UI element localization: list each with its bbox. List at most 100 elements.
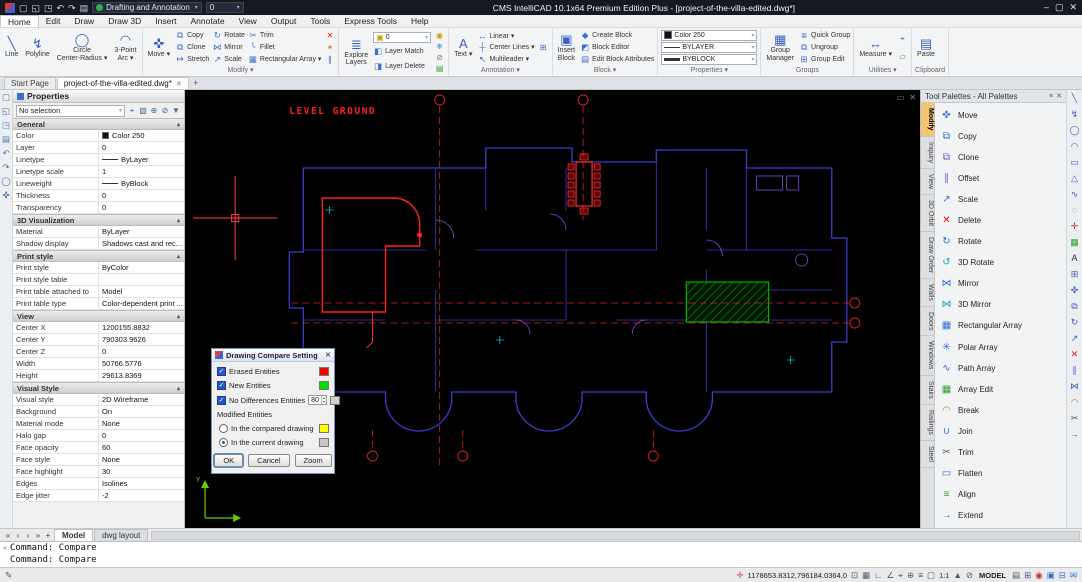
dialog-titlebar[interactable]: Drawing Compare Setting ✕ — [212, 349, 334, 362]
property-value-edge-jitter[interactable]: -2 — [99, 490, 184, 501]
ribbon-group-label-properties[interactable]: Properties ▾ — [661, 66, 757, 76]
undo-icon[interactable]: ↶ — [2, 149, 9, 158]
property-value-print-style-table[interactable] — [99, 274, 184, 285]
explode-icon[interactable]: ✶ — [324, 42, 335, 53]
palette-tool-move[interactable]: ✜Move — [935, 106, 1066, 125]
property-value-transparency[interactable]: 0 — [99, 202, 184, 213]
palette-tool-join[interactable]: ∪Join — [935, 422, 1066, 441]
palette-tool-scale[interactable]: ↗Scale — [935, 190, 1066, 209]
menu-express-tools[interactable]: Express Tools — [337, 15, 404, 27]
palette-tool-copy[interactable]: ⧉Copy — [935, 127, 1066, 146]
property-value-face-opacity[interactable]: 60 — [99, 442, 184, 453]
ribbon-color-select[interactable]: Color 250▾ — [661, 30, 757, 41]
ribbon-polyline-button[interactable]: ↯Polyline — [23, 29, 52, 66]
checkbox-no-differences-entities[interactable]: ✓ — [217, 396, 226, 405]
open-icon[interactable]: ◱ — [2, 107, 10, 116]
checkbox-erased-entities[interactable]: ✓ — [217, 367, 226, 376]
pan-icon[interactable]: ✜ — [2, 191, 9, 200]
point-icon[interactable]: ✛ — [1071, 222, 1079, 231]
palette-tab-3d-orbit[interactable]: 3D Orbit — [921, 195, 934, 232]
ribbon-rectangular-array-button[interactable]: ▦Rectangular Array ▾ — [248, 54, 322, 65]
zoom-button[interactable]: Zoom — [295, 454, 332, 467]
ribbon-create-block-button[interactable]: ◆Create Block — [580, 30, 654, 41]
ribbon-group-manager-button[interactable]: ▦Group Manager — [764, 29, 796, 66]
palette-tool-clone[interactable]: ⧉Clone — [935, 148, 1066, 167]
record-macro-icon[interactable]: ◉ — [1035, 570, 1042, 580]
palette-tab-draw-order[interactable]: Draw Order — [921, 232, 934, 279]
layout-nav-button-2[interactable]: › — [23, 531, 33, 540]
minimize-icon[interactable]: – — [1044, 2, 1049, 13]
ribbon-multileader-button[interactable]: ↖Multileader ▾ — [477, 54, 534, 65]
ribbon-scale-button[interactable]: ↗Scale — [212, 54, 245, 65]
ribbon-group-label-annotation[interactable]: Annotation ▾ — [452, 66, 548, 76]
spline-icon[interactable]: ∿ — [1071, 190, 1079, 199]
scale-ratio[interactable]: 1:1 — [939, 571, 949, 580]
layout-nav-button-1[interactable]: ‹ — [13, 531, 23, 540]
extend-icon[interactable]: → — [1070, 430, 1079, 439]
mirror-icon[interactable]: ⋈ — [1070, 382, 1079, 391]
palette-tool-polar-array[interactable]: ✳Polar Array — [935, 338, 1066, 357]
document-tab-project-of-the-villa-edited-dwg[interactable]: project-of-the-villa-edited.dwg*✕ — [57, 77, 189, 89]
property-value-edges[interactable]: Isolines — [99, 478, 184, 489]
ortho-icon[interactable]: ∟ — [874, 570, 882, 580]
color-swatch-in-the-compared-drawing[interactable] — [319, 424, 329, 433]
palette-tool-extend[interactable]: →Extend — [935, 506, 1066, 525]
menu-draw-3d[interactable]: Draw 3D — [101, 15, 148, 27]
palette-tool-3d-rotate[interactable]: ↺3D Rotate — [935, 253, 1066, 272]
property-value-center-y[interactable]: 790303.9626 — [99, 334, 184, 345]
new-tab-button[interactable]: + — [190, 77, 202, 89]
property-value-width[interactable]: 50766.5776 — [99, 358, 184, 369]
layout-nav-button-0[interactable]: « — [3, 531, 13, 540]
property-value-background[interactable]: On — [99, 406, 184, 417]
plot-icon[interactable]: ▤ — [2, 135, 10, 144]
layer-freeze-icon[interactable]: ❄ — [434, 41, 445, 52]
section-header-print-style[interactable]: Print style▴ — [13, 250, 184, 262]
property-value-print-table-attached-to[interactable]: Model — [99, 286, 184, 297]
hatch-icon[interactable]: ▦ — [1070, 238, 1079, 247]
clear-selection-icon[interactable]: ⊘ — [160, 106, 170, 116]
horizontal-scrollbar[interactable] — [151, 531, 1080, 540]
ellipse-icon[interactable]: ◌ — [1072, 206, 1077, 215]
ribbon-text-button[interactable]: AText ▾ — [452, 29, 474, 66]
properties-panel-header[interactable]: Properties — [13, 90, 184, 103]
copy-icon[interactable]: ⧉ — [1071, 302, 1077, 311]
close-icon[interactable]: ✕ — [1069, 2, 1077, 13]
ribbon-group-label-block[interactable]: Block ▾ — [556, 66, 655, 76]
esnap-icon[interactable]: ⌖ — [898, 570, 903, 580]
ribbon-stretch-button[interactable]: ↦Stretch — [175, 54, 209, 65]
property-value-material[interactable]: ByLayer — [99, 226, 184, 237]
ribbon-clone-button[interactable]: ⧉Clone — [175, 42, 209, 53]
app-icon[interactable] — [5, 3, 15, 13]
fillet-icon[interactable]: ◠ — [1071, 398, 1079, 407]
lock-ui-icon[interactable]: ⊘ — [966, 570, 973, 580]
collapse-icon[interactable]: ▴ — [177, 253, 180, 260]
collapse-icon[interactable]: ▴ — [177, 385, 180, 392]
property-value-material-mode[interactable]: None — [99, 418, 184, 429]
menu-annotate[interactable]: Annotate — [184, 15, 232, 27]
ribbon-line-button[interactable]: ╲Line — [3, 29, 20, 66]
property-value-face-highlight[interactable]: 30 — [99, 466, 184, 477]
ribbon-edit-block-attributes-button[interactable]: ▤Edit Block Attributes — [580, 54, 654, 65]
palette-tool-trim[interactable]: ✂Trim — [935, 443, 1066, 462]
close-drawing-icon[interactable]: ✕ — [909, 93, 916, 102]
ribbon-linetype-select[interactable]: BYLAYER▾ — [661, 42, 757, 53]
palette-tab-railings[interactable]: Railings — [921, 405, 934, 441]
palette-close-icon[interactable]: ✕ — [1056, 92, 1062, 100]
property-value-layer[interactable]: 0 — [99, 142, 184, 153]
collapse-icon[interactable]: ▴ — [177, 121, 180, 128]
ribbon-copy-button[interactable]: ⧉Copy — [175, 30, 209, 41]
zoom-icon[interactable]: ◯ — [1, 177, 11, 186]
palette-tab-doors[interactable]: Doors — [921, 307, 934, 337]
menu-draw[interactable]: Draw — [67, 15, 101, 27]
section-header-3d-visualization[interactable]: 3D Visualization▴ — [13, 214, 184, 226]
main-canvas[interactable]: Y LEVEL GROUND ▭ ✕ Drawing Compare Setti… — [185, 90, 920, 528]
offset-icon[interactable]: ∥ — [1072, 366, 1077, 375]
erase-icon[interactable]: ✕ — [1071, 350, 1079, 359]
color-swatch-no-differences-entities[interactable] — [330, 396, 340, 405]
ribbon-measure-button[interactable]: ↔Measure ▾ — [857, 29, 894, 66]
radio-in-the-current-drawing[interactable] — [219, 438, 228, 447]
ribbon-layer-delete-button[interactable]: ◨Layer Delete — [373, 61, 431, 72]
property-value-center-z[interactable]: 0 — [99, 346, 184, 357]
ribbon-rotate-button[interactable]: ↻Rotate — [212, 30, 245, 41]
new-drawing-icon[interactable]: ▢ — [19, 3, 28, 13]
